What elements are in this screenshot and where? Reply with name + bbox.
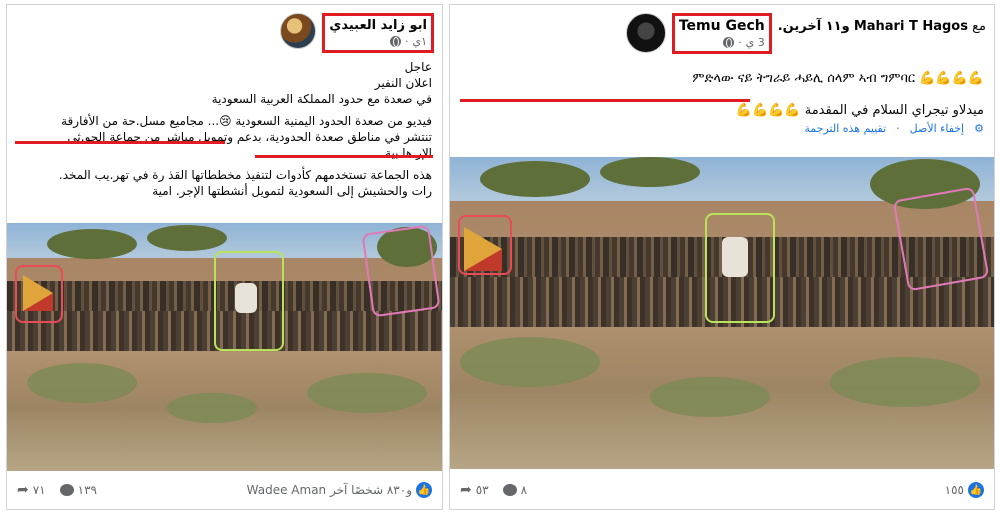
- right-shares[interactable]: ➦ ٥٣: [460, 482, 489, 498]
- share-icon: ➦: [17, 482, 29, 498]
- highlight-speaker-box: [705, 213, 775, 323]
- left-post-header: ابو زايد العبيدي ١ي ·: [280, 13, 434, 53]
- left-comments[interactable]: ١٣٩: [59, 483, 97, 497]
- highlight-tree-box: [892, 186, 990, 292]
- left-post-footer: ➦ ٧١ ١٣٩ Wadee Aman و٨٣٠ شخصًا آخر 👍: [17, 479, 432, 501]
- left-line-1: اعلان النفير: [374, 76, 432, 90]
- left-red-underline-2: [255, 155, 433, 158]
- tagged-others-link[interactable]: و١١ آخرين.: [778, 19, 850, 34]
- right-red-underline: [460, 99, 750, 102]
- like-icon: 👍: [416, 482, 432, 498]
- left-shares[interactable]: ➦ ٧١: [17, 482, 46, 498]
- flexed-biceps-emojis-2: 💪💪💪💪: [735, 103, 801, 118]
- left-line-3: فيديو من صعدة الحدود اليمنية السعودية 😢.…: [61, 114, 432, 128]
- left-red-underline-1: [15, 141, 225, 144]
- hide-original-link[interactable]: إخفاء الأصل: [910, 121, 964, 137]
- arabic-translation-line: ميدلاو تيجراي السلام في المقدمة 💪💪💪💪: [735, 103, 984, 118]
- highlight-flag-box: [458, 215, 512, 275]
- rate-translation-link[interactable]: تقييم هذه الترجمة: [804, 121, 886, 137]
- comment-icon: [502, 484, 517, 496]
- highlight-tree-box: [361, 224, 441, 318]
- right-comments[interactable]: ٨: [502, 483, 527, 497]
- right-post: Temu Gech 3 ي · مع Mahari T Hagos و١١ آخ…: [449, 4, 995, 510]
- left-line-2: في صعدة مع حدود المملكة العربية السعودية: [211, 92, 432, 106]
- left-line-5: الإر.ها بية.: [381, 146, 432, 160]
- left-line-0: عاجل: [404, 60, 432, 74]
- flexed-biceps-emojis: 💪💪💪💪: [919, 71, 984, 86]
- right-post-text: ምድላው ናይ ትግራይ ሓይሊ ሰላም ኣብ ግምባር 💪💪💪💪 ميدلاو…: [464, 71, 984, 137]
- right-author-highlight: Temu Gech 3 ي ·: [671, 13, 772, 54]
- left-author-name[interactable]: ابو زايد العبيدي: [329, 18, 427, 33]
- right-with-text: مع Mahari T Hagos و١١ آخرين.: [777, 19, 986, 34]
- comment-icon: [59, 484, 74, 496]
- left-post-text: عاجل اعلان النفير في صعدة مع حدود المملك…: [17, 59, 432, 199]
- tigrinya-line: ምድላው ናይ ትግራይ ሓይሊ ሰላም ኣብ ግምባር 💪💪💪💪: [692, 71, 984, 86]
- highlight-flag-box: [15, 265, 63, 323]
- left-post: ابو زايد العبيدي ١ي · عاجل اعلان النفير …: [6, 4, 443, 510]
- left-line-7: رات والحشيش إلى السعودية لتمويل أنشطتها …: [152, 184, 432, 198]
- right-author-avatar[interactable]: [625, 13, 666, 53]
- tagged-person-link[interactable]: Mahari T Hagos: [854, 19, 968, 34]
- left-line-6: هذه الجماعة تستخدمهم كأدوات لتنفيذ مخططا…: [58, 168, 432, 182]
- translation-controls: ⚙ إخفاء الأصل · تقييم هذه الترجمة: [804, 121, 984, 137]
- right-post-meta: 3 ي ·: [679, 36, 765, 49]
- globe-icon: [389, 36, 401, 47]
- left-post-meta: ١ي ·: [329, 35, 427, 48]
- left-post-image[interactable]: [7, 223, 442, 471]
- right-post-footer: ➦ ٥٣ ٨ ١٥٥ 👍: [460, 479, 984, 501]
- left-reactions[interactable]: Wadee Aman و٨٣٠ شخصًا آخر 👍: [247, 482, 432, 498]
- highlight-speaker-box: [214, 251, 284, 351]
- globe-icon: [723, 37, 735, 48]
- right-post-image[interactable]: [450, 157, 994, 469]
- like-icon: 👍: [968, 482, 984, 498]
- right-post-header: Temu Gech 3 ي · مع Mahari T Hagos و١١ آخ…: [625, 13, 986, 54]
- right-reactions[interactable]: ١٥٥ 👍: [945, 482, 984, 498]
- left-author-highlight: ابو زايد العبيدي ١ي ·: [322, 13, 434, 53]
- right-author-name[interactable]: Temu Gech: [679, 18, 765, 34]
- right-post-time[interactable]: 3 ي: [746, 36, 765, 49]
- left-author-avatar[interactable]: [280, 13, 317, 49]
- share-icon: ➦: [460, 482, 472, 498]
- left-post-time[interactable]: ١ي: [412, 35, 427, 48]
- gear-icon: ⚙: [974, 122, 984, 135]
